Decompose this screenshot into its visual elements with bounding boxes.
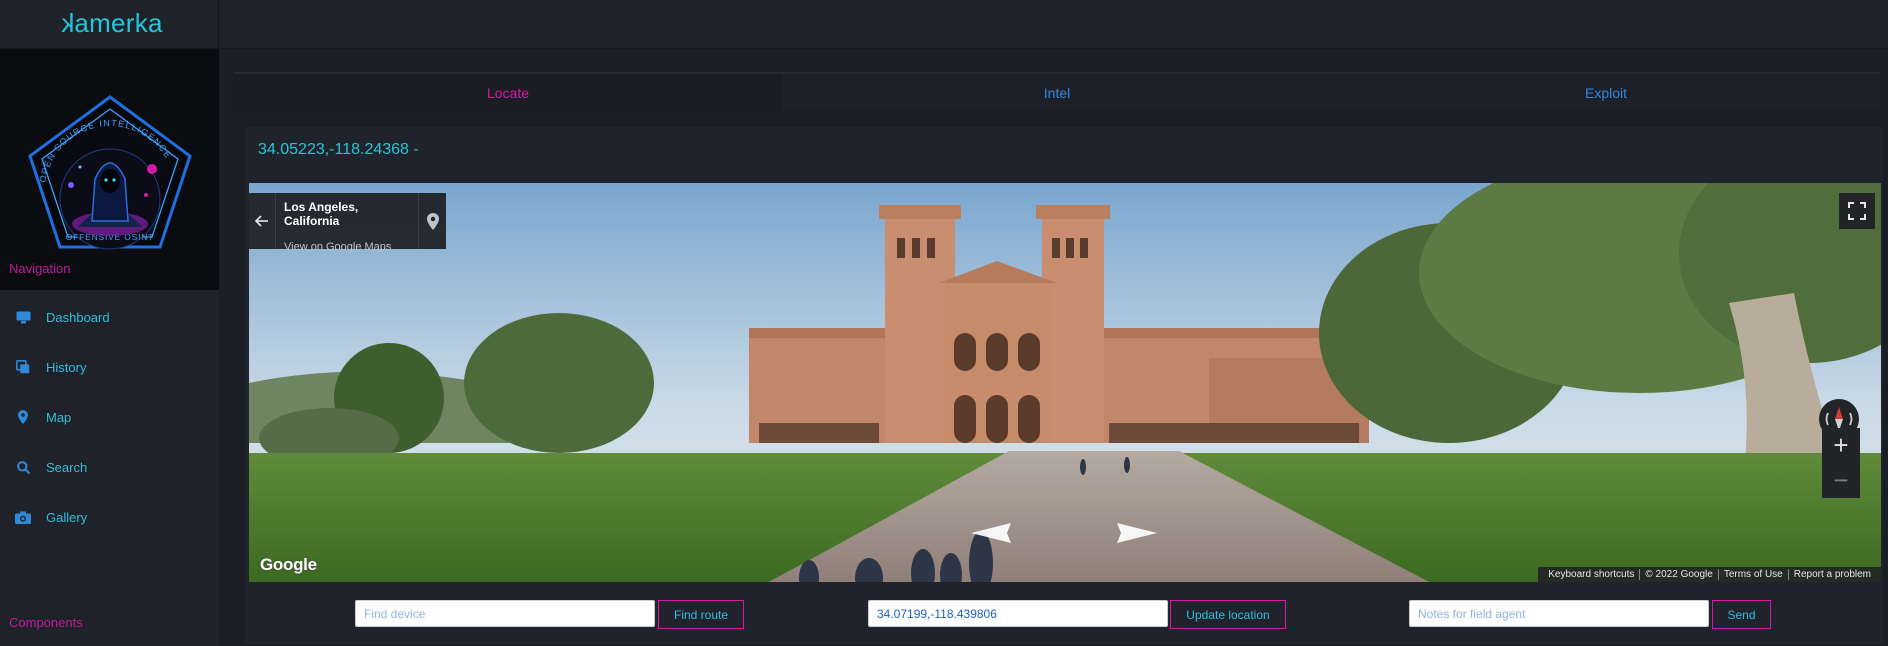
sidebar-item-label: Search <box>46 459 88 475</box>
sidebar-item-label: Map <box>46 409 72 425</box>
update-location-button[interactable]: Update location <box>1170 600 1286 629</box>
google-logo[interactable]: Google <box>260 555 317 575</box>
pan-left-arrow[interactable] <box>963 521 1013 545</box>
coordinates-title: 34.05223,-118.24368 - <box>258 141 419 158</box>
brand-area: kamerka <box>0 0 219 49</box>
camera-icon <box>0 511 46 524</box>
show-on-map-button[interactable] <box>418 193 446 249</box>
tab-intel[interactable]: Intel <box>783 74 1331 112</box>
arrow-left-icon <box>255 215 268 227</box>
sidebar-item-dashboard[interactable]: Dashboard <box>0 297 219 337</box>
plus-icon: + <box>1833 430 1849 460</box>
components-heading: Components <box>9 615 83 630</box>
agent-notes-input[interactable] <box>1409 600 1709 627</box>
search-icon <box>0 460 46 474</box>
logo-area: OPEN SOURCE INTELLIGENCE OFFENSIVE OSINT <box>0 49 219 290</box>
location-card: Los Angeles, California View on Google M… <box>249 193 446 253</box>
sidebar-item-gallery[interactable]: Gallery <box>0 497 219 537</box>
nav-heading: Navigation <box>9 261 71 276</box>
back-arrow-button[interactable] <box>249 193 276 249</box>
app-logo-text[interactable]: kamerka <box>61 8 163 39</box>
sidebar-item-history[interactable]: History <box>0 347 219 387</box>
main-content: Locate Intel Exploit 34.05223,-118.24368… <box>219 49 1888 646</box>
zoom-out-button[interactable]: − <box>1822 463 1860 498</box>
keyboard-shortcuts-link[interactable]: Keyboard shortcuts <box>1543 569 1639 580</box>
sidebar-item-label: Gallery <box>46 509 88 525</box>
zoom-controls: + − <box>1822 428 1860 498</box>
zoom-in-button[interactable]: + <box>1822 428 1860 463</box>
send-button[interactable]: Send <box>1712 600 1771 629</box>
find-route-button[interactable]: Find route <box>658 600 744 629</box>
fullscreen-icon <box>1848 202 1866 220</box>
map-pin-icon <box>426 212 439 230</box>
sidebar-item-label: History <box>46 359 87 375</box>
osint-badge-logo: OPEN SOURCE INTELLIGENCE OFFENSIVE OSINT <box>28 95 192 250</box>
sidebar-item-map[interactable]: Map <box>0 397 219 437</box>
tab-locate[interactable]: Locate <box>234 74 782 112</box>
minus-icon: − <box>1833 465 1849 495</box>
report-problem-link[interactable]: Report a problem <box>1787 569 1876 580</box>
top-bar: kamerka <box>0 0 1888 49</box>
location-name: Los Angeles, California <box>284 200 359 228</box>
sidebar: OPEN SOURCE INTELLIGENCE OFFENSIVE OSINT… <box>0 49 219 646</box>
pan-right-arrow[interactable] <box>1115 521 1165 545</box>
copy-icon <box>0 360 46 374</box>
map-attribution: Keyboard shortcuts © 2022 Google Terms o… <box>1538 567 1881 582</box>
copyright-text: © 2022 Google <box>1639 569 1717 580</box>
tab-exploit[interactable]: Exploit <box>1332 74 1880 112</box>
fullscreen-button[interactable] <box>1839 193 1875 229</box>
map-pin-icon <box>0 410 46 424</box>
find-device-input[interactable] <box>355 600 655 627</box>
street-view-image[interactable] <box>249 183 1881 582</box>
street-view-panorama[interactable]: Los Angeles, California View on Google M… <box>249 183 1881 582</box>
tab-bar: Locate Intel Exploit <box>234 72 1880 112</box>
location-input[interactable] <box>868 600 1168 627</box>
sidebar-item-label: Dashboard <box>46 309 110 325</box>
monitor-icon <box>0 311 46 324</box>
view-on-google-maps-link[interactable]: View on Google Maps <box>284 241 410 253</box>
sidebar-item-search[interactable]: Search <box>0 447 219 487</box>
terms-of-use-link[interactable]: Terms of Use <box>1717 569 1788 580</box>
